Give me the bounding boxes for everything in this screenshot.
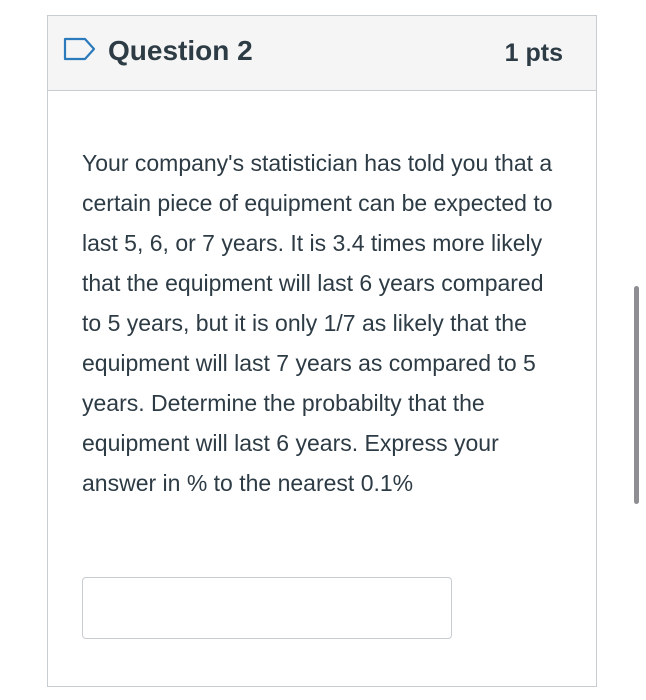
question-title: Question 2 <box>108 35 253 66</box>
question-text: Your company's statistician has told you… <box>82 150 553 496</box>
flag-outline-icon[interactable] <box>63 37 97 61</box>
question-card: Question 2 1 pts Your company's statisti… <box>47 15 597 687</box>
answer-input[interactable] <box>82 577 452 639</box>
scrollbar[interactable] <box>634 286 639 504</box>
question-points: 1 pts <box>504 39 563 67</box>
question-header: Question 2 1 pts <box>48 16 596 91</box>
